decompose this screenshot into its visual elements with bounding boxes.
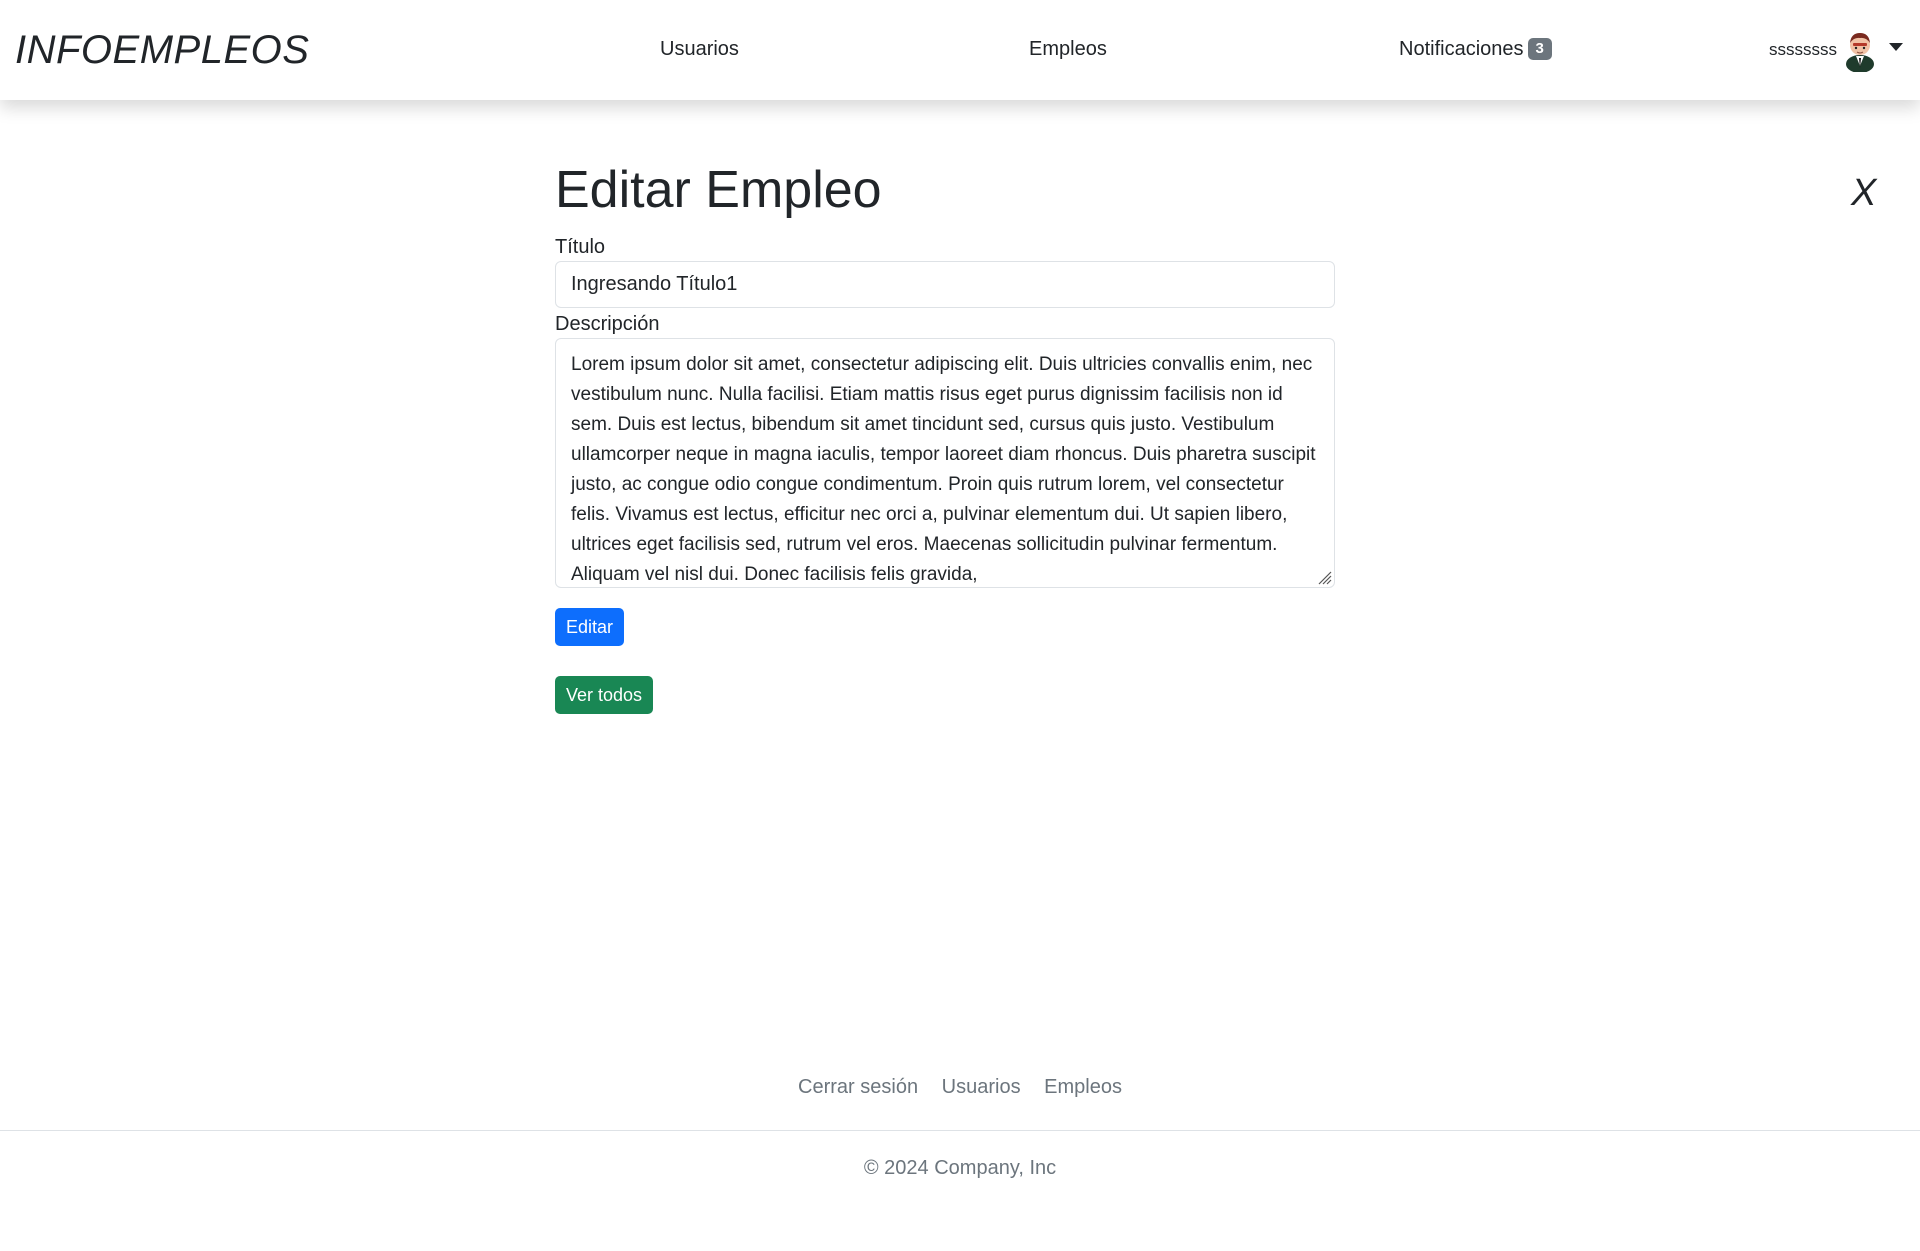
nav-link-notifications-label: Notificaciones xyxy=(1399,38,1524,60)
description-textarea[interactable]: Lorem ipsum dolor sit amet, consectetur … xyxy=(555,338,1335,588)
description-text: Lorem ipsum dolor sit amet, consectetur … xyxy=(571,354,1316,585)
user-menu-caret-icon[interactable] xyxy=(1889,43,1903,51)
title-field-label: Título xyxy=(555,236,606,258)
footer-nav: Cerrar sesión Usuarios Empleos xyxy=(0,1076,1920,1099)
nav-link-users[interactable]: Usuarios xyxy=(660,38,739,61)
resize-handle-icon[interactable] xyxy=(1316,569,1332,585)
page-title: Editar Empleo xyxy=(555,161,882,219)
close-button[interactable]: X xyxy=(1851,172,1876,215)
nav-link-jobs[interactable]: Empleos xyxy=(1029,38,1107,61)
footer-link-jobs[interactable]: Empleos xyxy=(1044,1076,1122,1098)
nav-link-notifications[interactable]: Notificaciones 3 xyxy=(1399,38,1552,61)
title-input[interactable] xyxy=(555,261,1335,308)
top-navbar: INFOEMPLEOS Usuarios Empleos Notificacio… xyxy=(0,0,1920,100)
edit-submit-button[interactable]: Editar xyxy=(555,608,625,646)
footer-link-logout[interactable]: Cerrar sesión xyxy=(798,1076,918,1098)
footer-divider xyxy=(0,1130,1920,1131)
copyright-text: © 2024 Company, Inc xyxy=(863,1157,1057,1179)
description-field-label: Descripción xyxy=(555,313,660,335)
user-avatar-icon[interactable] xyxy=(1842,28,1878,72)
notification-count-badge: 3 xyxy=(1527,38,1552,60)
brand-logo[interactable]: INFOEMPLEOS xyxy=(15,28,309,73)
view-all-button[interactable]: Ver todos xyxy=(555,676,654,714)
user-name[interactable]: ssssssss xyxy=(1769,40,1837,60)
footer-link-users[interactable]: Usuarios xyxy=(942,1076,1021,1098)
